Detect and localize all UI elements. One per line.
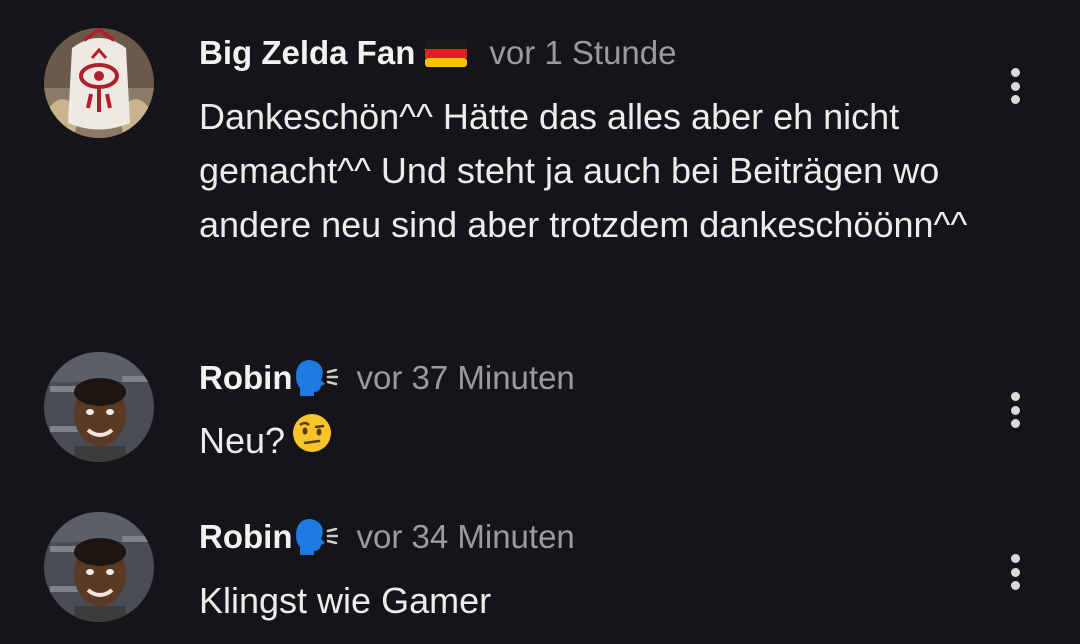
comment-timestamp: vor 37 Minuten — [356, 359, 575, 396]
comment-header: Robin vor 37 Minuten — [199, 355, 575, 401]
author-name[interactable]: Robin — [199, 518, 292, 556]
comment-text: Klingst wie Gamer — [199, 580, 492, 621]
avatar[interactable] — [44, 352, 154, 462]
speaking-head-icon — [294, 517, 339, 557]
comment-timestamp: vor 1 Stunde — [489, 34, 677, 71]
more-vert-icon[interactable] — [1000, 552, 1030, 592]
speaking-head-icon — [294, 358, 339, 398]
comment-header: Big Zelda Fan vor 1 Stunde — [199, 30, 676, 76]
comment-text-row: Neu? — [199, 412, 989, 469]
person-photo-avatar — [44, 352, 154, 462]
author-name[interactable]: Big Zelda Fan — [199, 34, 415, 72]
comment-timestamp: vor 34 Minuten — [356, 518, 575, 555]
avatar[interactable] — [44, 512, 154, 622]
person-photo-avatar — [44, 512, 154, 622]
sheikah-eye-avatar — [44, 28, 154, 138]
comment-header: Robin vor 34 Minuten — [199, 514, 575, 560]
avatar[interactable] — [44, 28, 154, 138]
comment-text: Neu? — [199, 420, 286, 461]
comment-text: Dankeschön^^ Hätte das alles aber eh nic… — [199, 96, 968, 245]
german-flag-icon — [425, 38, 468, 68]
more-vert-icon[interactable] — [1000, 390, 1030, 430]
author-name[interactable]: Robin — [199, 359, 292, 397]
more-vert-icon[interactable] — [1000, 66, 1030, 106]
raised-eyebrow-face-icon — [291, 412, 333, 469]
